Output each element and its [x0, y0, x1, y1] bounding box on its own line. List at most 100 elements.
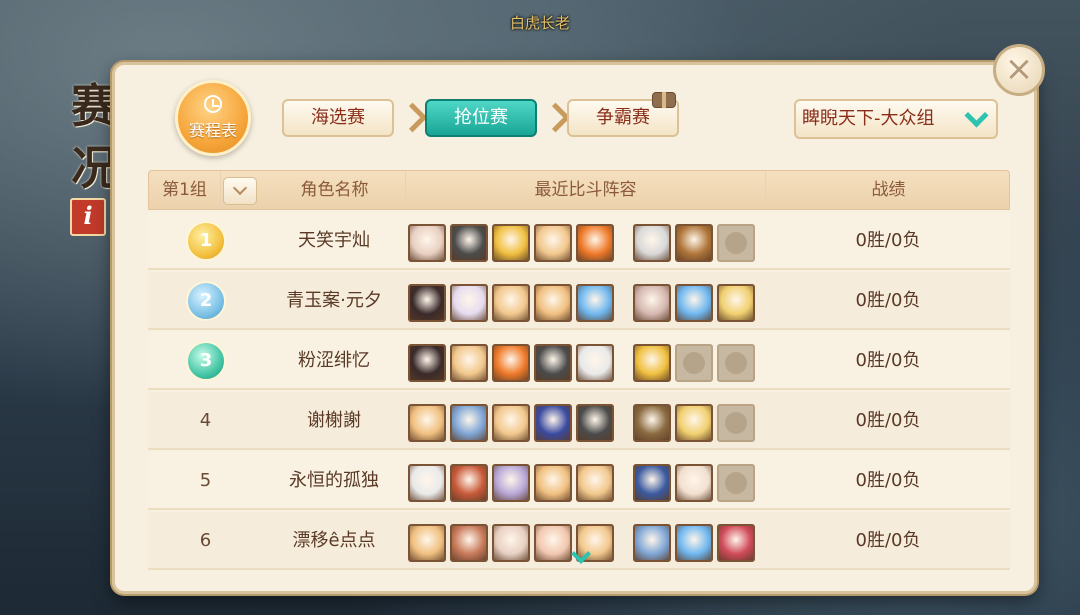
- player-name: 谢榭謝: [307, 410, 361, 431]
- lineup-avatars: [408, 464, 768, 504]
- table-row[interactable]: 5 永恒的孤独 0胜/0负: [148, 452, 1010, 510]
- table-row[interactable]: 4 谢榭謝 0胜/0负: [148, 392, 1010, 450]
- rank-cell: 4: [199, 410, 212, 431]
- empty-slot-icon[interactable]: [675, 344, 713, 382]
- group-toggle-button[interactable]: [223, 177, 257, 205]
- hero-avatar[interactable]: [534, 284, 572, 322]
- lineup-avatars: [408, 224, 768, 264]
- hero-avatar[interactable]: [576, 404, 614, 442]
- hero-avatar[interactable]: [492, 404, 530, 442]
- pet-avatar[interactable]: [675, 224, 713, 262]
- pet-avatar[interactable]: [633, 284, 671, 322]
- stage-arrow-icon: [545, 104, 561, 132]
- scroll-down-icon[interactable]: [568, 547, 592, 567]
- group-dropdown[interactable]: 睥睨天下-大众组: [794, 99, 998, 139]
- empty-slot-icon[interactable]: [717, 404, 755, 442]
- schedule-button[interactable]: 赛程表: [175, 80, 251, 156]
- record-cell: 0胜/0负: [855, 290, 921, 311]
- clock-icon: [204, 95, 222, 113]
- hero-avatar[interactable]: [534, 224, 572, 262]
- hero-avatar[interactable]: [492, 344, 530, 382]
- hero-avatar[interactable]: [408, 524, 446, 562]
- tab-preliminary[interactable]: 海选赛: [282, 99, 394, 137]
- lineup-avatars: [408, 344, 768, 384]
- pet-avatar[interactable]: [717, 284, 755, 322]
- hero-avatar[interactable]: [450, 404, 488, 442]
- hero-avatar[interactable]: [408, 404, 446, 442]
- tab-position-battle[interactable]: 抢位赛: [425, 99, 537, 137]
- hero-avatar[interactable]: [408, 284, 446, 322]
- hero-avatar[interactable]: [450, 284, 488, 322]
- close-icon: ×: [1004, 49, 1034, 89]
- rank-cell: 6: [199, 530, 212, 551]
- hero-avatar[interactable]: [408, 464, 446, 502]
- rank-cell: 1: [148, 212, 263, 270]
- hero-avatar[interactable]: [450, 524, 488, 562]
- empty-slot-icon[interactable]: [717, 224, 755, 262]
- pet-avatar[interactable]: [717, 524, 755, 562]
- hero-avatar[interactable]: [492, 464, 530, 502]
- empty-slot-icon[interactable]: [717, 464, 755, 502]
- header-record: 战绩: [871, 180, 906, 200]
- hero-avatar[interactable]: [534, 464, 572, 502]
- rank-cell: 5: [199, 470, 212, 491]
- hero-avatar[interactable]: [450, 224, 488, 262]
- record-cell: 0胜/0负: [855, 530, 921, 551]
- pet-avatar[interactable]: [675, 404, 713, 442]
- pet-avatar[interactable]: [633, 464, 671, 502]
- pet-avatar[interactable]: [675, 284, 713, 322]
- empty-slot-icon[interactable]: [717, 344, 755, 382]
- record-cell: 0胜/0负: [855, 410, 921, 431]
- pet-avatar[interactable]: [675, 464, 713, 502]
- hero-avatar[interactable]: [492, 284, 530, 322]
- chevron-down-icon: [964, 107, 986, 129]
- player-name: 粉涩绯忆: [298, 350, 370, 371]
- schedule-label: 赛程表: [188, 121, 237, 140]
- hero-avatar[interactable]: [534, 524, 572, 562]
- rank-cell: 2: [148, 272, 263, 330]
- hero-avatar[interactable]: [492, 524, 530, 562]
- hero-avatar[interactable]: [576, 284, 614, 322]
- header-name: 角色名称: [264, 171, 406, 209]
- pet-avatar[interactable]: [675, 524, 713, 562]
- hero-avatar[interactable]: [450, 344, 488, 382]
- record-cell: 0胜/0负: [855, 230, 921, 251]
- group-dropdown-value: 睥睨天下-大众组: [802, 108, 935, 129]
- pet-avatar[interactable]: [633, 404, 671, 442]
- group-label: 第1组: [149, 171, 221, 209]
- lineup-avatars: [408, 404, 768, 444]
- rank-medal-icon: 3: [186, 341, 226, 381]
- player-name: 漂移ê点点: [292, 530, 376, 551]
- gift-icon: [652, 92, 676, 108]
- table-row[interactable]: 1 天笑宇灿 0胜/0负: [148, 212, 1010, 270]
- hero-avatar[interactable]: [534, 344, 572, 382]
- npc-name-caption: 白虎长老: [509, 14, 570, 32]
- hero-avatar[interactable]: [576, 344, 614, 382]
- hero-avatar[interactable]: [408, 344, 446, 382]
- rank-medal-icon: 2: [186, 281, 226, 321]
- hero-avatar[interactable]: [576, 224, 614, 262]
- lineup-avatars: [408, 284, 768, 324]
- ranking-table: 第1组 角色名称 最近比斗阵容 战绩 1 天笑宇灿 0胜/0负 2 青玉案·元夕 0胜/0…: [148, 170, 1010, 575]
- hero-avatar[interactable]: [576, 464, 614, 502]
- player-name: 青玉案·元夕: [286, 290, 382, 311]
- hero-avatar[interactable]: [534, 404, 572, 442]
- record-cell: 0胜/0负: [855, 470, 921, 491]
- table-row[interactable]: 2 青玉案·元夕 0胜/0负: [148, 272, 1010, 330]
- header-lineup: 最近比斗阵容: [406, 171, 766, 209]
- player-name: 永恒的孤独: [289, 470, 379, 491]
- rank-cell: 3: [148, 332, 263, 390]
- table-row[interactable]: 3 粉涩绯忆 0胜/0负: [148, 332, 1010, 390]
- info-button[interactable]: i: [70, 198, 106, 236]
- player-name: 天笑宇灿: [298, 230, 370, 251]
- stage-arrow-icon: [402, 104, 418, 132]
- close-button[interactable]: ×: [993, 44, 1045, 96]
- hero-avatar[interactable]: [450, 464, 488, 502]
- pet-avatar[interactable]: [633, 344, 671, 382]
- record-cell: 0胜/0负: [855, 350, 921, 371]
- pet-avatar[interactable]: [633, 224, 671, 262]
- pet-avatar[interactable]: [633, 524, 671, 562]
- hero-avatar[interactable]: [408, 224, 446, 262]
- rank-medal-icon: 1: [186, 221, 226, 261]
- hero-avatar[interactable]: [492, 224, 530, 262]
